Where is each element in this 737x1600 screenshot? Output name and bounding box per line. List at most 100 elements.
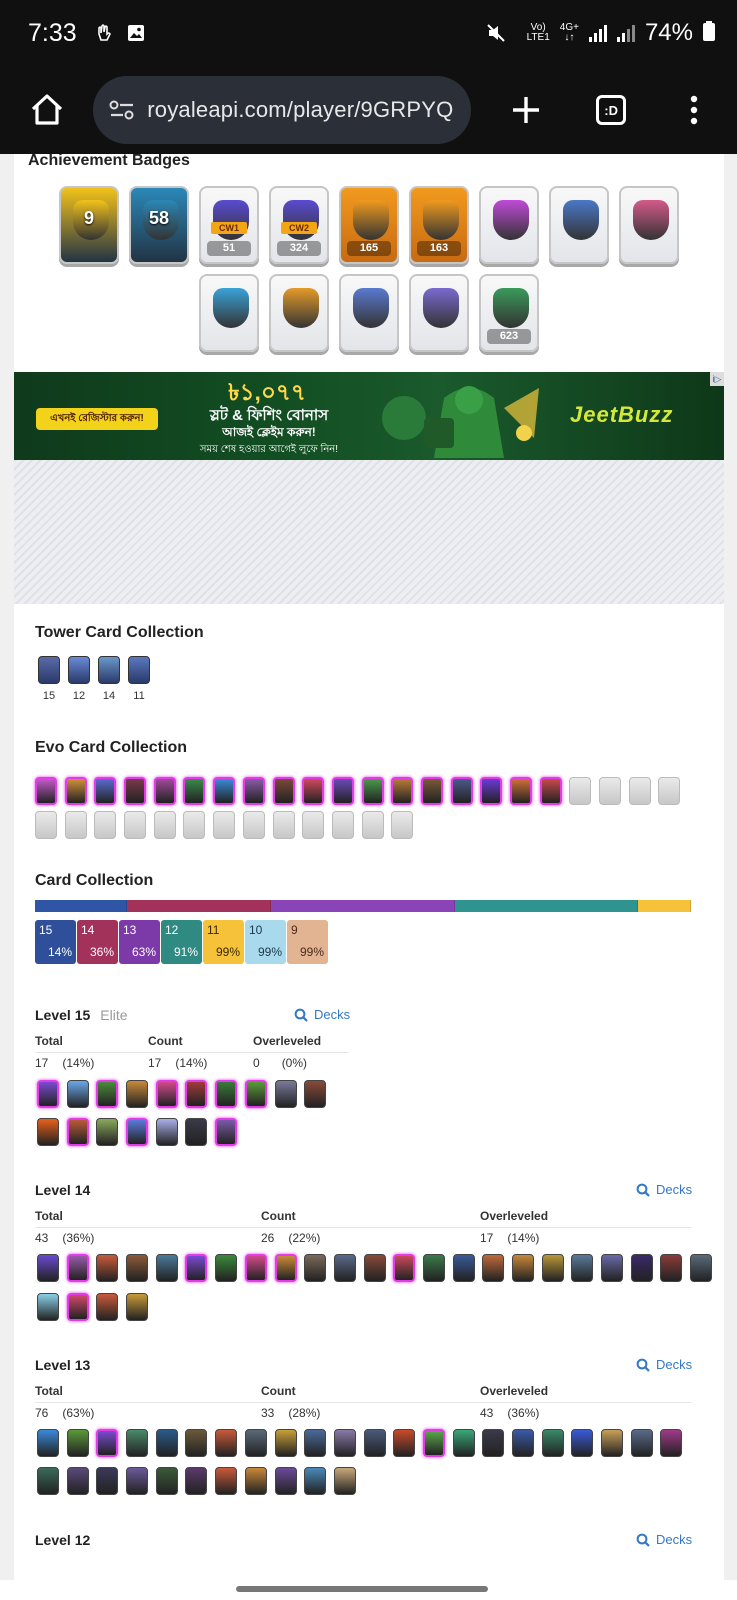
card-icon[interactable] — [512, 1429, 534, 1457]
ad-banner[interactable]: এখনই রেজিস্টার করুন! ৳১,০৭৭ স্লট & ফিশিং… — [14, 372, 724, 460]
cw1-icon[interactable]: CW1 51 — [199, 186, 259, 264]
card-icon[interactable] — [185, 1467, 208, 1495]
card-icon[interactable] — [304, 1467, 327, 1495]
unowned-card[interactable] — [35, 811, 57, 839]
card-icon[interactable] — [126, 1293, 149, 1321]
card-icon[interactable] — [64, 777, 87, 805]
card-icon[interactable] — [185, 1080, 208, 1108]
card-icon[interactable] — [66, 1429, 89, 1457]
tabs-button[interactable]: :D — [589, 87, 634, 133]
card-icon[interactable] — [155, 1429, 178, 1457]
card-icon[interactable] — [304, 1429, 327, 1457]
collection-badge-icon[interactable]: 623 — [479, 274, 539, 352]
collection-level-box[interactable]: 10 99% — [245, 920, 286, 964]
card-icon[interactable] — [66, 1254, 89, 1282]
unowned-card[interactable] — [331, 811, 354, 839]
card-icon[interactable] — [541, 1254, 564, 1282]
card-icon[interactable] — [66, 1118, 89, 1146]
card-icon[interactable] — [215, 1080, 238, 1108]
card-icon[interactable] — [37, 1293, 59, 1321]
card-icon[interactable] — [304, 1254, 327, 1282]
card-icon[interactable] — [183, 777, 206, 805]
card-icon[interactable] — [272, 777, 295, 805]
card-icon[interactable] — [333, 1429, 356, 1457]
new-tab-button[interactable] — [503, 87, 548, 133]
card-icon[interactable] — [215, 1254, 238, 1282]
card-icon[interactable] — [304, 1080, 327, 1108]
unowned-card[interactable] — [242, 811, 265, 839]
card-icon[interactable] — [66, 1293, 89, 1321]
card-icon[interactable] — [333, 1254, 356, 1282]
card-icon[interactable] — [185, 1118, 208, 1146]
crown-chest-icon[interactable]: 165 — [339, 186, 399, 264]
card-icon[interactable] — [482, 1254, 505, 1282]
chest-badge-icon[interactable] — [619, 186, 679, 264]
unowned-card[interactable] — [628, 777, 651, 805]
card-icon[interactable] — [452, 1254, 475, 1282]
card-icon[interactable] — [274, 1080, 297, 1108]
tower-card[interactable]: 15 — [35, 656, 63, 702]
card-icon[interactable] — [37, 1429, 59, 1457]
card-icon[interactable] — [126, 1467, 149, 1495]
collection-level-box[interactable]: 14 36% — [77, 920, 118, 964]
card-icon[interactable] — [155, 1118, 178, 1146]
card-icon[interactable] — [512, 1254, 534, 1282]
home-gesture-handle[interactable] — [236, 1586, 488, 1592]
card-icon[interactable] — [331, 777, 354, 805]
cards-badge-icon[interactable] — [409, 274, 469, 352]
card-icon[interactable] — [601, 1254, 624, 1282]
card-icon[interactable] — [155, 1080, 178, 1108]
card-icon[interactable] — [630, 1429, 653, 1457]
cw2-icon[interactable]: CW2 324 — [269, 186, 329, 264]
tower-card[interactable]: 11 — [125, 656, 153, 702]
card-icon[interactable] — [126, 1254, 149, 1282]
card-icon[interactable] — [96, 1118, 119, 1146]
home-button[interactable] — [24, 87, 69, 133]
card-icon[interactable] — [452, 1429, 475, 1457]
card-icon[interactable] — [660, 1254, 683, 1282]
tower-card[interactable]: 12 — [65, 656, 93, 702]
card-icon[interactable] — [37, 1118, 59, 1146]
card-icon[interactable] — [422, 1429, 445, 1457]
card-icon[interactable] — [185, 1254, 208, 1282]
card-icon[interactable] — [215, 1118, 238, 1146]
crown-flag-icon[interactable]: 163 — [409, 186, 469, 264]
unowned-card[interactable] — [302, 811, 325, 839]
level-13-decks-link[interactable]: Decks — [636, 1357, 692, 1372]
card-icon[interactable] — [541, 1429, 564, 1457]
card-icon[interactable] — [96, 1293, 119, 1321]
level-14-decks-link[interactable]: Decks — [636, 1182, 692, 1197]
card-icon[interactable] — [450, 777, 473, 805]
card-icon[interactable] — [37, 1467, 59, 1495]
unowned-card[interactable] — [213, 811, 236, 839]
collection-level-box[interactable]: 13 63% — [119, 920, 160, 964]
level-12-decks-link[interactable]: Decks — [636, 1532, 692, 1547]
card-icon[interactable] — [422, 1254, 445, 1282]
card-icon[interactable] — [420, 777, 443, 805]
card-icon[interactable] — [630, 1254, 653, 1282]
unowned-card[interactable] — [64, 811, 87, 839]
card-icon[interactable] — [571, 1254, 594, 1282]
unowned-card[interactable] — [153, 811, 176, 839]
card-icon[interactable] — [242, 777, 265, 805]
menu-button[interactable] — [672, 87, 717, 133]
ad-register-button[interactable]: এখনই রেজিস্টার করুন! — [36, 408, 158, 430]
card-icon[interactable] — [363, 1429, 386, 1457]
card-icon[interactable] — [393, 1429, 416, 1457]
card-icon[interactable] — [94, 777, 117, 805]
level-15-decks-link[interactable]: Decks — [294, 1007, 350, 1022]
unowned-card[interactable] — [361, 811, 384, 839]
unowned-card[interactable] — [183, 811, 206, 839]
card-icon[interactable] — [37, 1080, 59, 1108]
card-icon[interactable] — [126, 1429, 149, 1457]
unowned-card[interactable] — [272, 811, 295, 839]
card-icon[interactable] — [391, 777, 414, 805]
level-badge-icon[interactable]: 58 — [129, 186, 189, 264]
collection-level-box[interactable]: 15 14% — [35, 920, 76, 964]
card-icon[interactable] — [66, 1080, 89, 1108]
gem-badge-icon[interactable] — [479, 186, 539, 264]
card-icon[interactable] — [213, 777, 236, 805]
card-icon[interactable] — [244, 1080, 267, 1108]
unowned-card[interactable] — [94, 811, 117, 839]
years-played-icon[interactable]: 9 — [59, 186, 119, 264]
